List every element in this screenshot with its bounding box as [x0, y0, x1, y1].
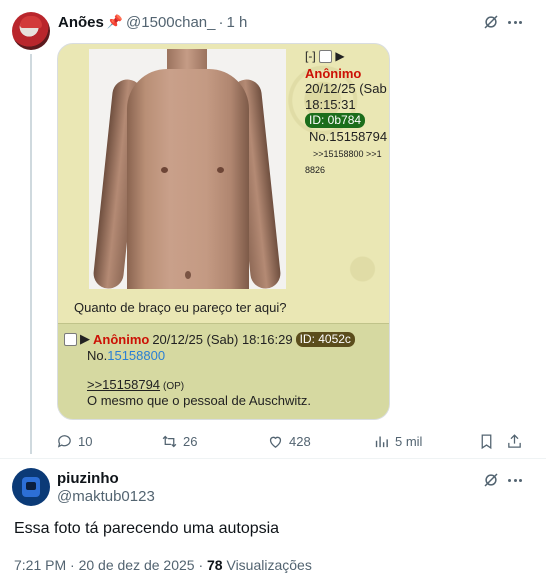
reply-icon: [57, 434, 71, 448]
display-name[interactable]: piuzinho: [57, 470, 119, 487]
more-icon[interactable]: [506, 471, 524, 489]
op-controls: [-] ▶: [305, 49, 345, 64]
checkbox-icon: [64, 332, 77, 346]
op-name: Anônimo: [305, 66, 362, 81]
heart-icon: [269, 436, 282, 448]
avatar[interactable]: [12, 468, 50, 506]
like-count: 428: [289, 433, 311, 449]
reply-name: Anônimo: [93, 331, 150, 347]
divider: [0, 458, 546, 459]
grok-icon[interactable]: [482, 13, 500, 31]
reply-datetime: 20/12/25 (Sab) 18:16:29: [152, 331, 293, 347]
play-icon: ▶: [335, 49, 345, 63]
torso-photo: [89, 49, 286, 289]
checkbox-icon: [319, 50, 333, 64]
op-replies: >>15158800 >>1: [313, 149, 382, 159]
views-icon: [375, 436, 388, 447]
views-count: 78: [207, 557, 223, 573]
tweet-header: Anões 📌 @1500chan_ · 1 h: [58, 12, 247, 32]
reply-id-badge: ID: 4052c: [295, 331, 355, 347]
share-button[interactable]: [506, 431, 523, 451]
op-post-number: No.15158794: [309, 129, 388, 144]
views-button[interactable]: 5 mil: [373, 431, 422, 451]
op-replies-cont: 8826: [305, 165, 326, 175]
reply-body: O mesmo que o pessoal de Auschwitz.: [87, 393, 312, 408]
op-time: 18:15:31: [305, 97, 356, 112]
op-date: 20/12/25 (Sab: [305, 81, 387, 96]
retweet-button[interactable]: 26: [161, 431, 197, 451]
views-count: 5 mil: [395, 433, 423, 449]
op-caption: Quanto de braço eu pareço ter aqui?: [74, 300, 287, 315]
display-name[interactable]: Anões: [58, 14, 104, 31]
more-icon[interactable]: [506, 13, 524, 31]
thread-line: [30, 54, 32, 454]
separator: ·: [218, 13, 224, 31]
action-bar: 10 26 428 5 mil: [56, 431, 526, 451]
reply-post: ▶ Anônimo 20/12/25 (Sab) 18:16:29 ID: 40…: [58, 323, 389, 419]
tweet-meta: 7:21 PM · 20 de dez de 2025 · 78 Visuali…: [14, 557, 312, 573]
share-icon: [508, 433, 521, 448]
retweet-icon: [162, 435, 177, 447]
reply-quote: >>15158794 (OP): [87, 377, 185, 392]
pin-icon: 📌: [106, 14, 124, 29]
grok-icon[interactable]: [482, 471, 500, 489]
bookmark-icon: [481, 433, 492, 449]
avatar[interactable]: [12, 12, 50, 50]
timestamp[interactable]: 1 h: [227, 14, 248, 31]
tweet-media[interactable]: [-] ▶ Anônimo 20/12/25 (Sab 18:15:31 ID:…: [57, 43, 390, 420]
bookmark-button[interactable]: [478, 431, 495, 451]
play-icon: ▶: [80, 331, 90, 346]
op-id-badge: ID: 0b784: [305, 113, 366, 128]
handle[interactable]: @1500chan_: [126, 14, 215, 31]
reply-count: 10: [78, 433, 93, 449]
collapse-control: [-]: [305, 49, 316, 63]
reply-post-number: No.15158800: [87, 348, 166, 363]
views-label: Visualizações: [222, 557, 312, 573]
like-button[interactable]: 428: [267, 431, 311, 451]
retweet-count: 26: [183, 433, 198, 449]
tweet-text: Essa foto tá parecendo uma autopsia: [14, 520, 280, 537]
reply-button[interactable]: 10: [56, 431, 92, 451]
timestamp[interactable]: 7:21 PM · 20 de dez de 2025 ·: [14, 557, 207, 573]
handle[interactable]: @maktub0123: [57, 488, 155, 505]
